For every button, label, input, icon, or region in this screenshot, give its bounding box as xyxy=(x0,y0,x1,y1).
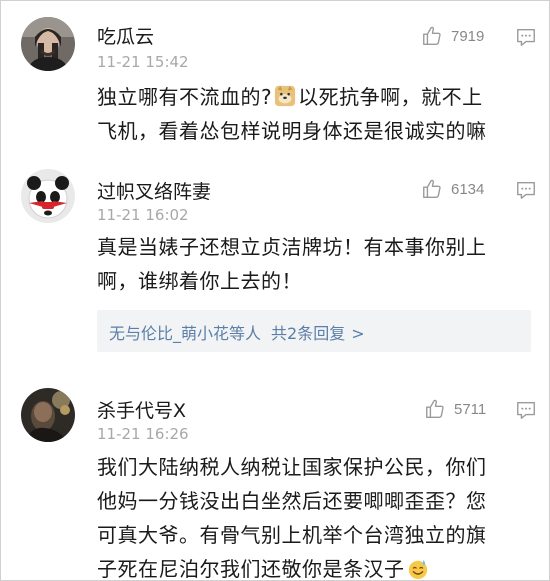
like-count: 5711 xyxy=(454,400,487,418)
timestamp: 11-21 15:42 xyxy=(97,53,189,71)
comment-text: 真是当婊子还想立贞洁牌坊！有本事你别上 啊，谁绑着你上去的！ xyxy=(97,230,527,298)
like-button[interactable]: 5711 xyxy=(424,396,486,422)
reply-suffix: 等人 xyxy=(229,324,262,343)
comment-list: 吃瓜云 11-21 15:42 7919 独立哪有不流血的? 以死抗争啊，就不上… xyxy=(0,0,550,581)
doge-emoji-icon xyxy=(275,85,296,107)
comment-text: 我们大陆纳税人纳税让国家保护公民，你们 他妈一分钱没出白坐然后还要唧唧歪歪？您 … xyxy=(97,450,527,581)
username[interactable]: 吃瓜云 xyxy=(97,22,154,49)
text-line: 他妈一分钱没出白坐然后还要唧唧歪歪？您 xyxy=(97,489,487,513)
reply-button[interactable] xyxy=(515,179,537,201)
reply-count-link[interactable]: 共2条回复 xyxy=(271,324,345,343)
sweat-smile-emoji-icon xyxy=(408,559,427,580)
cartoon-panda-avatar-icon xyxy=(21,169,75,223)
avatar[interactable] xyxy=(21,17,75,71)
text-segment: 子死在尼泊尔我们还敬你是条汉子 xyxy=(97,557,405,581)
reply-user-names[interactable]: 无与伦比_萌小花 xyxy=(109,324,229,343)
timestamp: 11-21 16:26 xyxy=(97,425,189,443)
comment-bubble-icon xyxy=(517,28,535,46)
text-line: 飞机，看着怂包样说明身体还是很诚实的嘛 xyxy=(97,119,487,143)
text-line: 我们大陆纳税人纳税让国家保护公民，你们 xyxy=(97,455,487,479)
text-line: 可真大爷。有骨气别上机举个台湾独立的旗 xyxy=(97,523,487,547)
reply-button[interactable] xyxy=(515,26,537,48)
like-count: 7919 xyxy=(451,27,485,45)
reply-button[interactable] xyxy=(515,399,537,421)
avatar[interactable] xyxy=(21,388,75,442)
chevron-right-icon: > xyxy=(351,324,365,343)
text-segment: 以死抗争啊，就不上 xyxy=(298,85,483,109)
thumbs-up-icon xyxy=(426,399,444,418)
dark-photo-avatar-icon xyxy=(21,388,75,442)
text-segment: 独立哪有不流血的? xyxy=(97,85,273,109)
like-button[interactable]: 7919 xyxy=(421,23,484,49)
username[interactable]: 过帜叉络阵妻 xyxy=(97,177,211,204)
thumbs-up-icon xyxy=(423,179,441,198)
username[interactable]: 杀手代号X xyxy=(97,396,186,423)
comment-bubble-icon xyxy=(517,181,535,199)
comment-bubble-icon xyxy=(517,401,535,419)
like-count: 6134 xyxy=(451,180,485,198)
replies-preview[interactable]: 无与伦比_萌小花等人 共2条回复 > xyxy=(97,310,531,352)
text-line: 真是当婊子还想立贞洁牌坊！有本事你别上 xyxy=(97,235,487,259)
comment-text: 独立哪有不流血的? 以死抗争啊，就不上 飞机，看着怂包样说明身体还是很诚实的嘛 xyxy=(97,80,527,148)
thumbs-up-icon xyxy=(423,26,441,45)
like-button[interactable]: 6134 xyxy=(421,176,484,202)
replies-summary: 无与伦比_萌小花等人 共2条回复 > xyxy=(109,320,365,344)
text-line: 啊，谁绑着你上去的！ xyxy=(97,269,302,293)
avatar[interactable] xyxy=(21,169,75,223)
man-portrait-avatar-icon xyxy=(21,17,75,71)
timestamp: 11-21 16:02 xyxy=(97,206,189,224)
